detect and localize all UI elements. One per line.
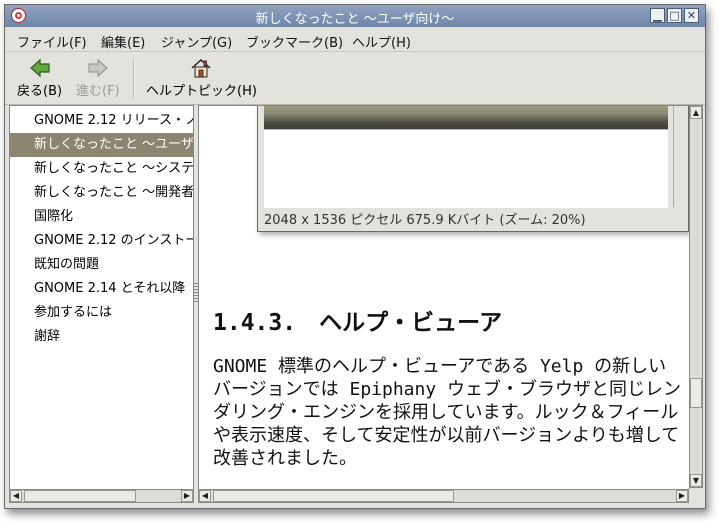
section-paragraph: GNOME 標準のヘルプ・ビューアである Yelp の新しいバージョンでは Ep…	[213, 356, 682, 469]
scroll-up-icon[interactable]: ▲	[690, 106, 702, 119]
toolbar-separator	[133, 60, 135, 98]
menu-go[interactable]: ジャンプ(G)	[161, 32, 232, 51]
photo-viewer-area	[264, 129, 668, 208]
photo-divider	[673, 106, 674, 207]
sidebar-horizontal-scrollbar[interactable]: ◀ ▶	[9, 489, 194, 503]
help-topics-label: ヘルプトピック(H)	[146, 84, 257, 99]
scroll-down-icon[interactable]: ▼	[690, 474, 702, 487]
content-scroll-thumb[interactable]	[690, 378, 702, 408]
menu-file[interactable]: ファイル(F)	[17, 32, 87, 51]
forward-label: 進む(F)	[76, 84, 120, 99]
yelp-window: 新しくなったこと 〜ユーザ向け〜 ▁ □ ✕ ファイル(F) 編集(E) ジャン…	[4, 4, 706, 509]
menu-edit[interactable]: 編集(E)	[101, 32, 145, 51]
scroll-corner	[689, 489, 703, 503]
sidebar-item-i18n[interactable]: 国際化	[10, 205, 193, 229]
sidebar-item-release-notes[interactable]: GNOME 2.12 リリース・ノ	[10, 109, 193, 133]
sidebar-item-whats-new-sysadmins[interactable]: 新しくなったこと 〜システ	[10, 157, 193, 181]
arrow-left-icon	[29, 58, 50, 78]
menu-bar: ファイル(F) 編集(E) ジャンプ(G) ブックマーク(B) ヘルプ(H)	[5, 27, 705, 52]
sidebar-item-whats-new-users[interactable]: 新しくなったこと 〜ユーザ	[10, 133, 193, 157]
home-icon	[191, 58, 211, 78]
help-topics-button[interactable]: ヘルプトピック(H)	[146, 58, 257, 99]
scroll-right-icon[interactable]: ▶	[181, 490, 193, 502]
embedded-screenshot: 2048 x 1536 ピクセル 675.9 Kバイト (ズーム: 20%)	[257, 106, 689, 232]
scroll-left-icon[interactable]: ◀	[10, 490, 22, 502]
content-scroll-left-icon[interactable]: ◀	[199, 490, 211, 502]
back-button[interactable]: 戻る(B)	[17, 58, 62, 99]
menu-help[interactable]: ヘルプ(H)	[352, 32, 411, 51]
sidebar-scroll-thumb[interactable]	[24, 490, 136, 502]
topic-sidebar: GNOME 2.12 リリース・ノ 新しくなったこと 〜ユーザ 新しくなったこと…	[9, 105, 194, 490]
title-bar[interactable]: 新しくなったこと 〜ユーザ向け〜 ▁ □ ✕	[5, 5, 705, 27]
window-title: 新しくなったこと 〜ユーザ向け〜	[255, 12, 455, 27]
toolbar: 戻る(B) 進む(F) ヘルプトピック(H)	[5, 52, 705, 105]
close-button[interactable]: ✕	[684, 8, 699, 23]
photo-image	[264, 106, 668, 129]
forward-button[interactable]: 進む(F)	[76, 58, 120, 99]
sidebar-item-install[interactable]: GNOME 2.12 のインストー	[10, 229, 193, 253]
section-heading: 1.4.3. ヘルプ・ビューア	[213, 310, 503, 336]
content-scroll-right-icon[interactable]: ▶	[676, 490, 688, 502]
content-pane: 2048 x 1536 ピクセル 675.9 Kバイト (ズーム: 20%) 1…	[198, 105, 690, 490]
sidebar-item-known-issues[interactable]: 既知の問題	[10, 253, 193, 277]
sidebar-item-credits[interactable]: 謝辞	[10, 325, 193, 349]
sidebar-item-whats-new-developers[interactable]: 新しくなったこと 〜開発者	[10, 181, 193, 205]
content-vertical-scrollbar[interactable]: ▲ ▼	[689, 105, 703, 488]
sidebar-item-getting-involved[interactable]: 参加するには	[10, 301, 193, 325]
maximize-button[interactable]: □	[667, 8, 682, 23]
arrow-right-icon	[88, 58, 108, 78]
content-horizontal-scrollbar[interactable]: ◀ ▶	[198, 489, 689, 503]
screenshot-caption: 2048 x 1536 ピクセル 675.9 Kバイト (ズーム: 20%)	[264, 213, 586, 228]
menu-bookmarks[interactable]: ブックマーク(B)	[246, 32, 343, 51]
minimize-button[interactable]: ▁	[650, 8, 665, 23]
content-hscroll-thumb[interactable]	[213, 490, 454, 502]
sidebar-item-gnome-214[interactable]: GNOME 2.14 とそれ以降	[10, 277, 193, 301]
back-label: 戻る(B)	[17, 84, 63, 99]
